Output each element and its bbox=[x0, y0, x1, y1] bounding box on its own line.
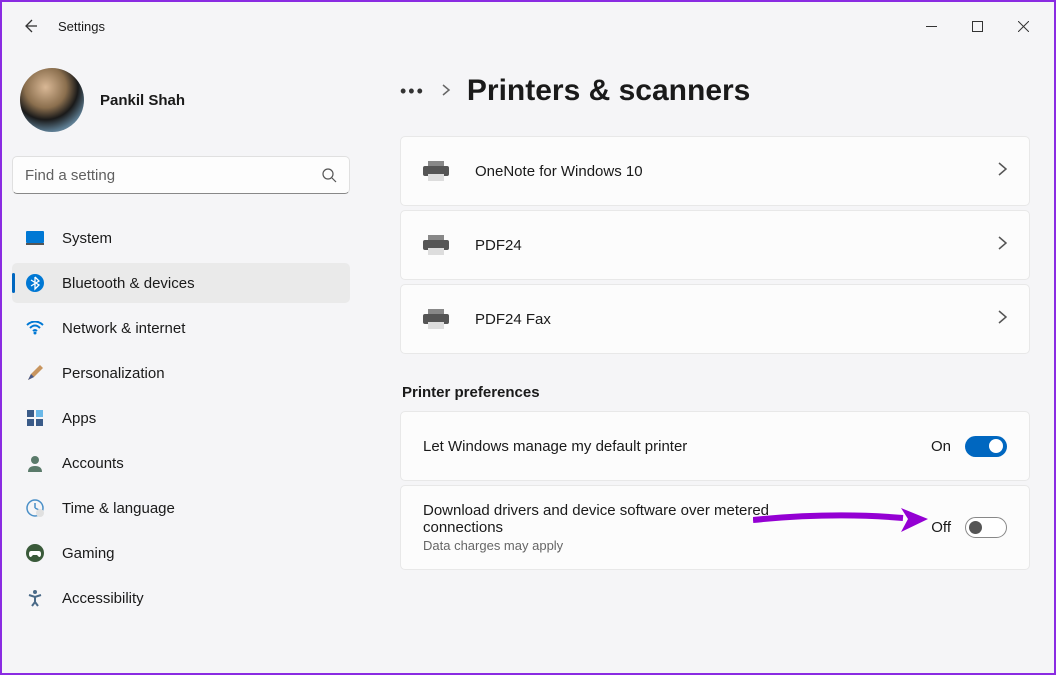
apps-icon bbox=[26, 409, 44, 427]
chevron-right-icon bbox=[441, 83, 451, 100]
window-controls bbox=[908, 10, 1046, 42]
pref-metered-download: Download drivers and device software ove… bbox=[400, 485, 1030, 570]
sidebar-item-label: Network & internet bbox=[62, 320, 185, 337]
sidebar-item-personalization[interactable]: Personalization bbox=[12, 353, 350, 393]
pref-title: Download drivers and device software ove… bbox=[423, 502, 843, 536]
manage-default-toggle[interactable] bbox=[965, 436, 1007, 457]
avatar bbox=[20, 68, 84, 132]
sidebar-item-gaming[interactable]: Gaming bbox=[12, 533, 350, 573]
pref-subtitle: Data charges may apply bbox=[423, 538, 931, 553]
sidebar-item-accessibility[interactable]: Accessibility bbox=[12, 578, 350, 618]
sidebar-item-bluetooth-devices[interactable]: Bluetooth & devices bbox=[12, 263, 350, 303]
chevron-right-icon bbox=[998, 236, 1007, 255]
sidebar-item-label: Accessibility bbox=[62, 590, 144, 607]
toggle-state-label: On bbox=[931, 438, 951, 455]
page-title: Printers & scanners bbox=[467, 74, 750, 108]
search-box[interactable] bbox=[12, 156, 350, 194]
profile-name: Pankil Shah bbox=[100, 92, 185, 109]
search-icon bbox=[321, 167, 337, 183]
printer-label: PDF24 Fax bbox=[475, 311, 998, 328]
maximize-icon bbox=[972, 21, 983, 32]
close-icon bbox=[1018, 21, 1029, 32]
breadcrumb: ••• Printers & scanners bbox=[400, 74, 1030, 108]
printer-label: OneNote for Windows 10 bbox=[475, 163, 998, 180]
sidebar-item-label: Apps bbox=[62, 410, 96, 427]
sidebar-item-network[interactable]: Network & internet bbox=[12, 308, 350, 348]
wifi-icon bbox=[26, 319, 44, 337]
printer-item-pdf24-fax[interactable]: PDF24 Fax bbox=[400, 284, 1030, 354]
sidebar-item-label: Time & language bbox=[62, 500, 175, 517]
gaming-icon bbox=[26, 544, 44, 562]
printer-icon bbox=[423, 235, 449, 255]
system-icon bbox=[26, 229, 44, 247]
titlebar: Settings bbox=[2, 2, 1054, 50]
sidebar-item-apps[interactable]: Apps bbox=[12, 398, 350, 438]
sidebar-item-system[interactable]: System bbox=[12, 218, 350, 258]
maximize-button[interactable] bbox=[954, 10, 1000, 42]
printer-item-pdf24[interactable]: PDF24 bbox=[400, 210, 1030, 280]
breadcrumb-more-button[interactable]: ••• bbox=[400, 81, 425, 102]
profile[interactable]: Pankil Shah bbox=[12, 62, 350, 156]
accessibility-icon bbox=[26, 589, 44, 607]
close-button[interactable] bbox=[1000, 10, 1046, 42]
printer-label: PDF24 bbox=[475, 237, 998, 254]
search-input[interactable] bbox=[25, 167, 321, 184]
bluetooth-icon bbox=[26, 274, 44, 292]
printer-icon bbox=[423, 309, 449, 329]
preferences-header: Printer preferences bbox=[402, 384, 1030, 401]
main-content: ••• Printers & scanners OneNote for Wind… bbox=[360, 50, 1054, 673]
minimize-button[interactable] bbox=[908, 10, 954, 42]
app-title: Settings bbox=[58, 19, 105, 34]
back-button[interactable] bbox=[10, 6, 50, 46]
sidebar-item-label: Accounts bbox=[62, 455, 124, 472]
printer-icon bbox=[423, 161, 449, 181]
pref-manage-default-printer: Let Windows manage my default printer On bbox=[400, 411, 1030, 481]
chevron-right-icon bbox=[998, 162, 1007, 181]
sidebar-item-label: Personalization bbox=[62, 365, 165, 382]
arrow-left-icon bbox=[22, 18, 38, 34]
toggle-state-label: Off bbox=[931, 519, 951, 536]
sidebar-item-label: System bbox=[62, 230, 112, 247]
sidebar-item-label: Gaming bbox=[62, 545, 115, 562]
metered-download-toggle[interactable] bbox=[965, 517, 1007, 538]
printer-item-onenote[interactable]: OneNote for Windows 10 bbox=[400, 136, 1030, 206]
chevron-right-icon bbox=[998, 310, 1007, 329]
pref-title: Let Windows manage my default printer bbox=[423, 438, 931, 455]
sidebar-item-time-language[interactable]: Time & language bbox=[12, 488, 350, 528]
brush-icon bbox=[26, 364, 44, 382]
sidebar-item-label: Bluetooth & devices bbox=[62, 275, 195, 292]
account-icon bbox=[26, 454, 44, 472]
sidebar-item-accounts[interactable]: Accounts bbox=[12, 443, 350, 483]
minimize-icon bbox=[926, 21, 937, 32]
sidebar: Pankil Shah System Bluetooth & devices N… bbox=[2, 50, 360, 673]
clock-icon bbox=[26, 499, 44, 517]
